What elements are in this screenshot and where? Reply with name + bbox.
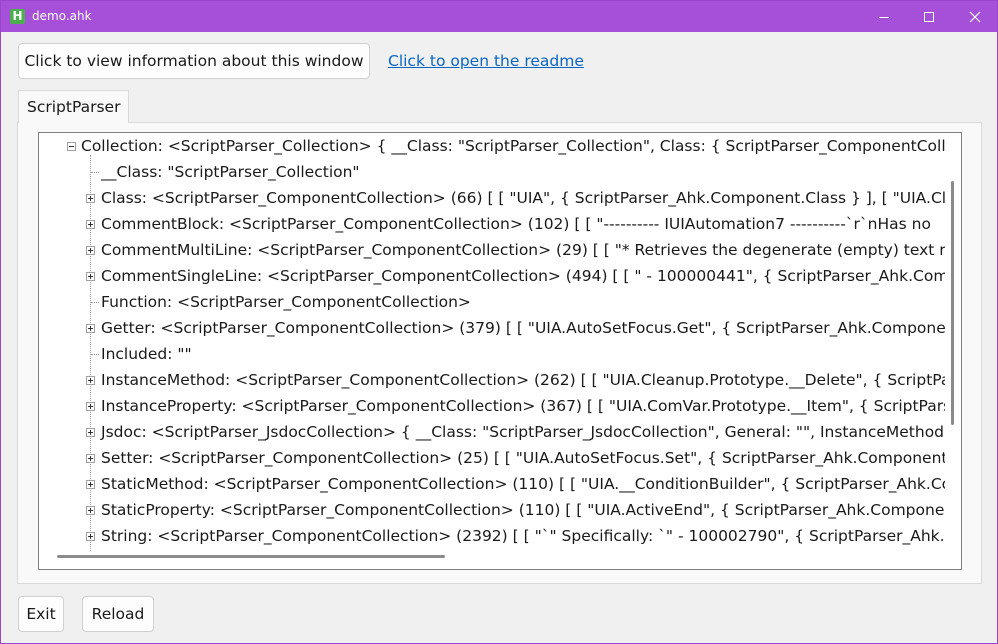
- expand-icon[interactable]: [86, 506, 95, 515]
- maximize-button[interactable]: [906, 1, 952, 32]
- expand-icon[interactable]: [86, 272, 95, 281]
- tree-node-label: String: <ScriptParser_ComponentCollectio…: [101, 527, 945, 545]
- tree-node-root[interactable]: Collection: <ScriptParser_Collection> { …: [67, 133, 945, 159]
- expand-icon[interactable]: [86, 480, 95, 489]
- open-readme-link[interactable]: Click to open the readme: [388, 52, 584, 70]
- tree-node[interactable]: Included: "": [91, 341, 192, 367]
- minimize-button[interactable]: [861, 1, 907, 32]
- tree-node[interactable]: Jsdoc: <ScriptParser_JsdocCollection> { …: [86, 419, 945, 445]
- exit-button[interactable]: Exit: [18, 596, 64, 632]
- client-area: Click to view information about this win…: [1, 32, 997, 643]
- tree-node[interactable]: CommentMultiLine: <ScriptParser_Componen…: [86, 237, 945, 263]
- expand-icon[interactable]: [86, 324, 95, 333]
- tree-connector: [91, 354, 99, 355]
- minimize-icon: [879, 16, 889, 18]
- tree-node[interactable]: CommentSingleLine: <ScriptParser_Compone…: [86, 263, 945, 289]
- maximize-icon: [924, 11, 934, 22]
- view-window-info-button[interactable]: Click to view information about this win…: [18, 43, 370, 79]
- expand-icon[interactable]: [86, 454, 95, 463]
- tree-node-label: CommentMultiLine: <ScriptParser_Componen…: [101, 241, 945, 259]
- app-icon: H: [10, 9, 25, 24]
- expand-icon[interactable]: [86, 428, 95, 437]
- collapse-icon[interactable]: [67, 142, 76, 151]
- tree-node[interactable]: StaticProperty: <ScriptParser_ComponentC…: [86, 497, 945, 523]
- tree-node[interactable]: InstanceMethod: <ScriptParser_ComponentC…: [86, 367, 945, 393]
- tree-connector: [90, 155, 91, 551]
- tree-node-label: Jsdoc: <ScriptParser_JsdocCollection> { …: [101, 423, 945, 441]
- tree-node-label: Function: <ScriptParser_ComponentCollect…: [101, 293, 471, 311]
- tree-node-label: __Class: "ScriptParser_Collection": [101, 163, 360, 181]
- app-window: H demo.ahk Click to view information abo…: [0, 0, 998, 644]
- tree-node[interactable]: InstanceProperty: <ScriptParser_Componen…: [86, 393, 945, 419]
- tree-node[interactable]: Setter: <ScriptParser_ComponentCollectio…: [86, 445, 945, 471]
- expand-icon[interactable]: [86, 194, 95, 203]
- expand-icon[interactable]: [86, 220, 95, 229]
- tree-node[interactable]: __Class: "ScriptParser_Collection": [91, 159, 360, 185]
- tree-node-label: Included: "": [101, 345, 192, 363]
- expand-icon[interactable]: [86, 376, 95, 385]
- title-bar[interactable]: H demo.ahk: [1, 1, 997, 32]
- close-icon: [969, 11, 981, 22]
- tree-node[interactable]: Getter: <ScriptParser_ComponentCollectio…: [86, 315, 945, 341]
- tree-node-label: InstanceMethod: <ScriptParser_ComponentC…: [101, 371, 945, 389]
- tree-node-label: Setter: <ScriptParser_ComponentCollectio…: [101, 449, 945, 467]
- tree-node-label: Getter: <ScriptParser_ComponentCollectio…: [101, 319, 945, 337]
- horizontal-scrollbar[interactable]: [57, 555, 445, 558]
- tree-node-label: StaticProperty: <ScriptParser_ComponentC…: [101, 501, 945, 519]
- tab-scriptparser[interactable]: ScriptParser: [18, 90, 130, 123]
- tree-node-label: InstanceProperty: <ScriptParser_Componen…: [101, 397, 945, 415]
- tree-node-label: CommentBlock: <ScriptParser_ComponentCol…: [101, 215, 931, 233]
- vertical-scrollbar[interactable]: [951, 181, 954, 425]
- tree-node[interactable]: CommentBlock: <ScriptParser_ComponentCol…: [86, 211, 931, 237]
- tree-connector: [91, 302, 99, 303]
- reload-button[interactable]: Reload: [82, 596, 154, 632]
- tree-node-label: Collection: <ScriptParser_Collection> { …: [81, 137, 945, 155]
- expand-icon[interactable]: [86, 402, 95, 411]
- object-tree-view[interactable]: Collection: <ScriptParser_Collection> { …: [38, 132, 962, 570]
- window-title: demo.ahk: [32, 9, 92, 23]
- expand-icon[interactable]: [86, 246, 95, 255]
- tree-node[interactable]: Class: <ScriptParser_ComponentCollection…: [86, 185, 945, 211]
- expand-icon[interactable]: [86, 532, 95, 541]
- tree-node-label: Class: <ScriptParser_ComponentCollection…: [101, 189, 945, 207]
- tree-node[interactable]: String: <ScriptParser_ComponentCollectio…: [86, 523, 945, 549]
- tree-node-label: CommentSingleLine: <ScriptParser_Compone…: [101, 267, 945, 285]
- tree-connector: [91, 172, 99, 173]
- tree-content: Collection: <ScriptParser_Collection> { …: [39, 133, 945, 551]
- tree-node[interactable]: Function: <ScriptParser_ComponentCollect…: [91, 289, 471, 315]
- tree-node[interactable]: StaticMethod: <ScriptParser_ComponentCol…: [86, 471, 945, 497]
- tree-node-label: StaticMethod: <ScriptParser_ComponentCol…: [101, 475, 945, 493]
- close-button[interactable]: [952, 1, 998, 32]
